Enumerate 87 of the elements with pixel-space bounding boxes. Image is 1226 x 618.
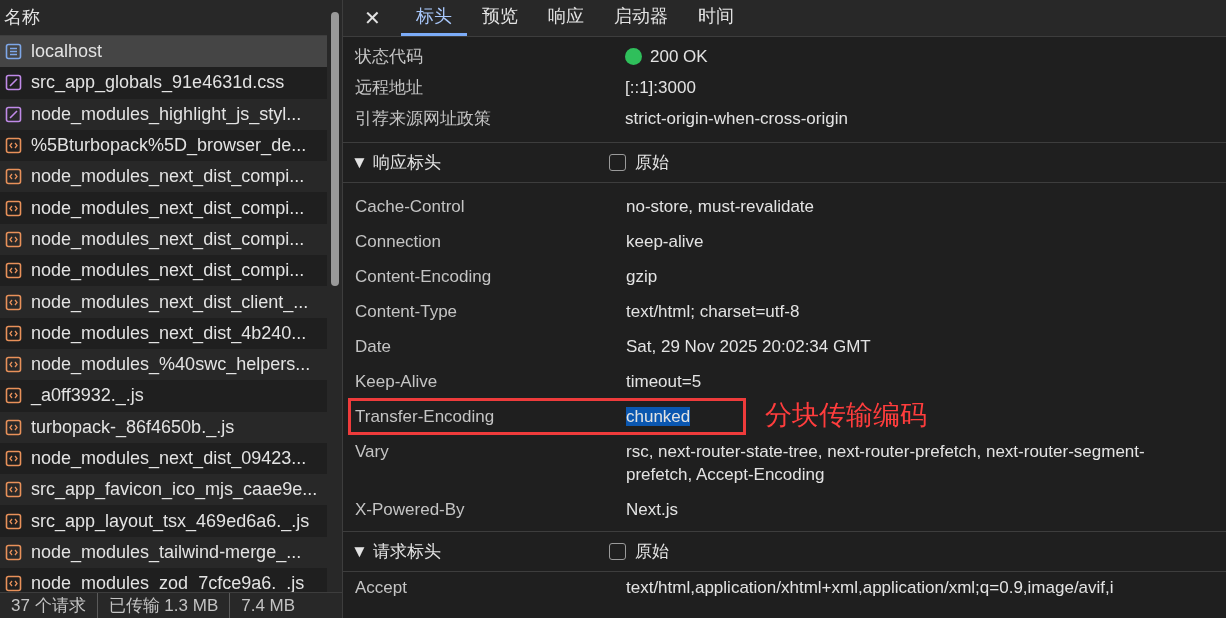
header-value: text/html; charset=utf-8 (626, 302, 800, 321)
header-value: Sat, 29 Nov 2025 20:02:34 GMT (626, 337, 871, 356)
header-name: Keep-Alive (354, 371, 439, 393)
header-value: chunked (626, 407, 691, 426)
code-icon (5, 481, 22, 499)
field-label: 状态代码 (354, 45, 424, 68)
file-name: node_modules_next_dist_client_... (31, 290, 309, 315)
file-name: src_app_globals_91e4631d.css (31, 71, 285, 95)
code-icon (5, 575, 22, 592)
code-icon (5, 450, 22, 467)
document-icon (5, 43, 22, 61)
checkbox[interactable] (609, 543, 626, 560)
header-name: Content-Encoding (354, 266, 493, 288)
code-icon (5, 168, 22, 186)
file-name: node_modules_next_dist_compi... (31, 227, 305, 252)
tab[interactable]: 标头 (401, 0, 467, 36)
brush-icon (5, 74, 22, 92)
code-icon (5, 324, 22, 342)
code-icon (5, 512, 22, 530)
header-name: Transfer-Encoding (354, 406, 496, 428)
code-icon (5, 230, 22, 248)
column-header[interactable]: 名称 (0, 4, 40, 31)
request-row[interactable]: node_modules_next_dist_09423... (0, 442, 327, 475)
request-row[interactable]: _a0ff3932._.js (0, 380, 327, 412)
code-icon (5, 293, 22, 311)
file-name: turbopack-_86f4650b._.js (31, 415, 235, 440)
header-name: Cache-Control (354, 196, 466, 218)
code-icon (5, 199, 22, 217)
request-row[interactable]: localhost (0, 36, 327, 68)
file-name: node_modules_tailwind-merge_... (31, 540, 302, 565)
code-icon (5, 543, 22, 561)
tab[interactable]: 预览 (467, 0, 533, 36)
request-row[interactable]: src_app_layout_tsx_469ed6a6._.js (0, 505, 327, 537)
checkbox[interactable] (609, 154, 626, 171)
request-row[interactable]: node_modules_next_dist_4b240... (0, 317, 327, 349)
code-icon (5, 418, 22, 436)
header-value: timeout=5 (626, 372, 702, 391)
tab[interactable]: 启动器 (599, 0, 683, 36)
header-value: gzip (626, 267, 658, 286)
request-row[interactable]: node_modules_next_dist_compi... (0, 192, 327, 224)
status-text: 7.4 MB (229, 593, 307, 618)
close-button[interactable]: ✕ (343, 0, 401, 36)
file-name: localhost (31, 40, 103, 64)
header-name: Content-Type (354, 301, 459, 323)
header-value: no-store, must-revalidate (626, 197, 815, 216)
file-name: node_modules_next_dist_compi... (31, 165, 305, 189)
header-name: Date (354, 336, 392, 358)
code-icon (5, 262, 22, 280)
file-name: %5Bturbopack%5D_browser_de... (31, 134, 307, 158)
header-name: X-Powered-By (354, 499, 466, 521)
section-toggle[interactable]: ▼ 请求标头 (343, 538, 609, 565)
header-value: Next.js (626, 500, 678, 519)
header-value: text/html,application/xhtml+xml,application/xml;q=0.9,image/avif,i (626, 577, 1114, 599)
file-name: src_app_favicon_ico_mjs_caae9e... (31, 478, 318, 502)
checkbox-label: 原始 (635, 151, 669, 174)
tab[interactable]: 时间 (683, 0, 749, 36)
header-name: Accept (354, 577, 408, 599)
brush-icon (5, 105, 22, 123)
status-text: 已传输 1.3 MB (96, 593, 230, 618)
header-value: rsc, next-router-state-tree, next-router-prefetch, next-router-segment-prefetch, Accept-Encoding (626, 442, 1145, 484)
field-value: strict-origin-when-cross-origin (625, 107, 848, 130)
field-value: 200 OK (650, 45, 708, 68)
status-text: 37 个请求 (10, 594, 87, 617)
file-name: node_modules_%40swc_helpers... (31, 353, 311, 377)
file-name: node_modules_next_dist_4b240... (31, 321, 307, 346)
annotation-text: 分块传输编码 (765, 399, 927, 432)
header-name: Connection (354, 231, 442, 253)
request-row[interactable]: node_modules_next_dist_compi... (0, 255, 327, 287)
code-icon (5, 356, 22, 374)
request-row[interactable]: src_app_globals_91e4631d.css (0, 67, 327, 99)
field-label: 远程地址 (354, 76, 424, 99)
file-name: node_modules_highlight_js_styl... (31, 102, 302, 127)
file-name: node_modules_next_dist_compi... (31, 196, 305, 221)
file-name: src_app_layout_tsx_469ed6a6._.js (31, 509, 310, 534)
field-value: [::1]:3000 (625, 76, 696, 99)
code-icon (5, 387, 22, 405)
code-icon (5, 137, 22, 155)
tab[interactable]: 响应 (533, 0, 599, 36)
field-label: 引荐来源网址政策 (354, 107, 492, 130)
section-toggle[interactable]: ▼ 响应标头 (343, 149, 609, 176)
header-value: keep-alive (626, 232, 704, 251)
checkbox-label: 原始 (635, 540, 669, 563)
file-name: _a0ff3932._.js (31, 384, 144, 408)
request-row[interactable]: %5Bturbopack%5D_browser_de... (0, 129, 327, 162)
file-name: node_modules_next_dist_compi... (31, 259, 305, 283)
header-name: Vary (354, 441, 390, 463)
file-name: node_modules_next_dist_09423... (31, 447, 307, 471)
